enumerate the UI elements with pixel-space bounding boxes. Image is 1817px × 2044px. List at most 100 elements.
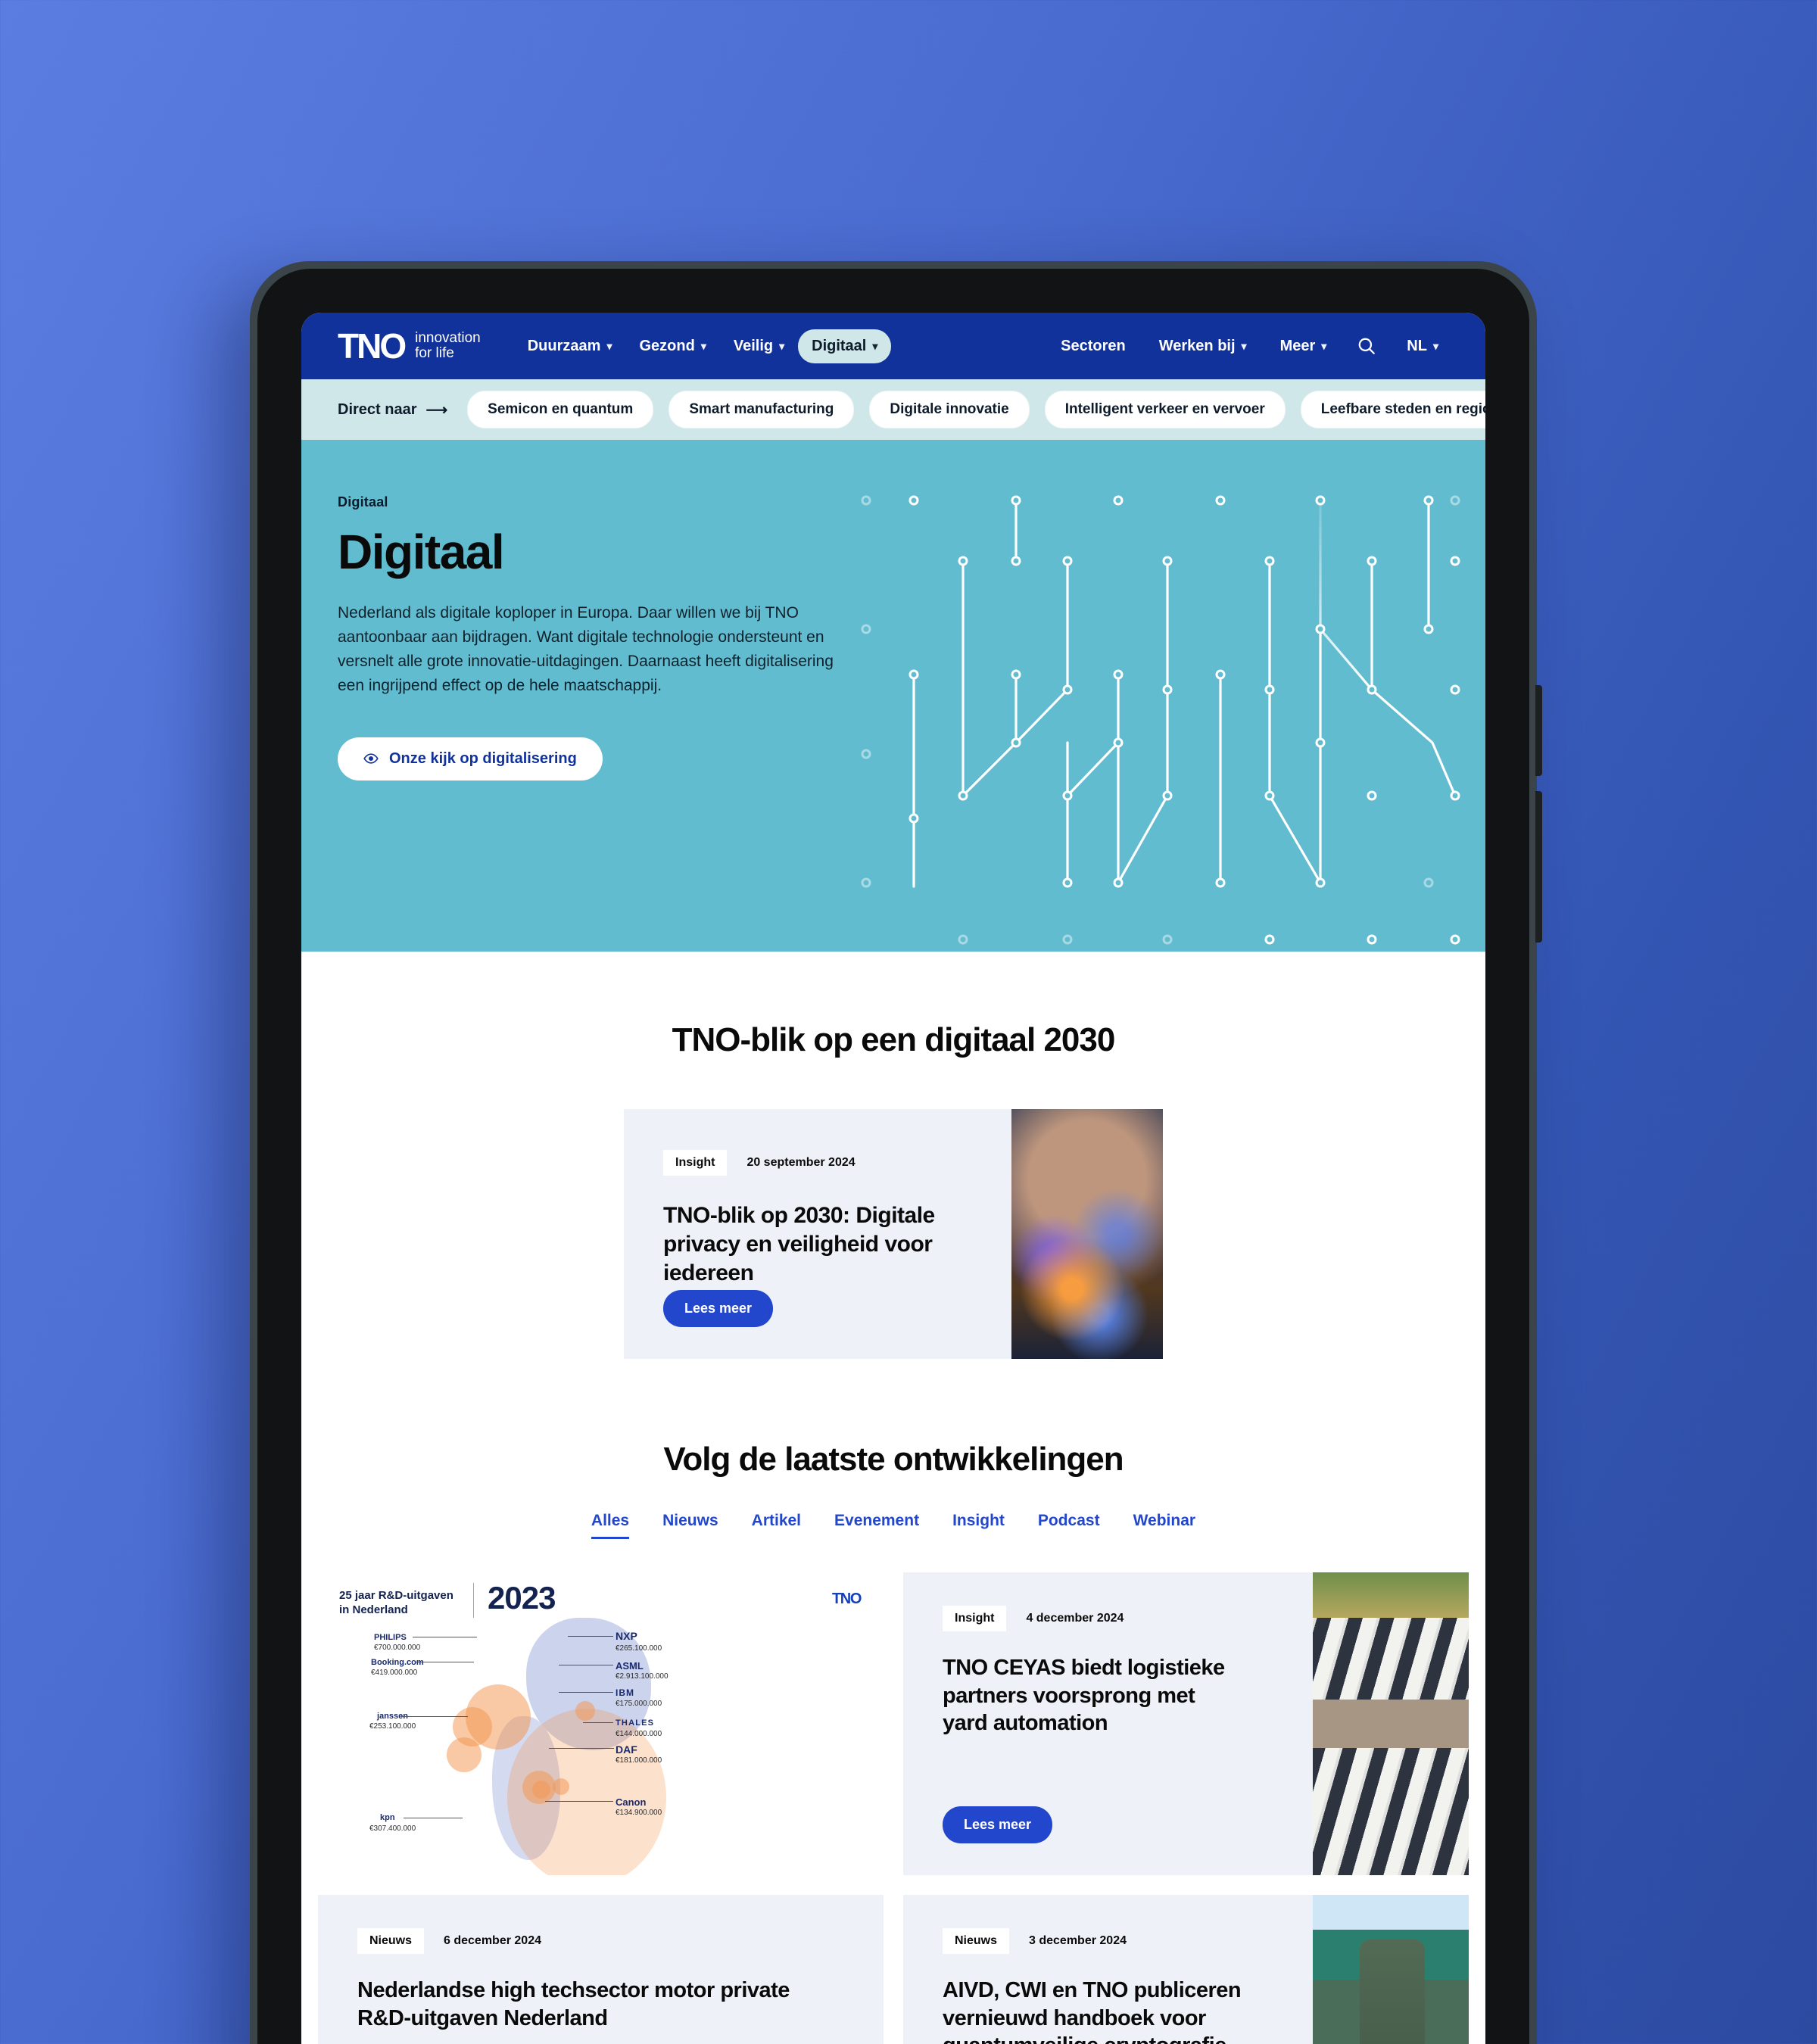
chevron-down-icon: ▾ (872, 339, 878, 352)
leader-line (559, 1692, 613, 1693)
rd-spend-infographic: 25 jaar R&D-uitgaven in Nederland 2023 T… (318, 1572, 884, 1875)
top-navigation-bar: TNO innovation for life Duurzaam ▾ Gezon… (301, 313, 1485, 379)
tab-insight[interactable]: Insight (952, 1512, 1005, 1539)
chevron-down-icon: ▾ (779, 339, 785, 352)
card-image (1011, 1109, 1163, 1359)
section-volg-title: Volg de laatste ontwikkelingen (663, 1441, 1124, 1478)
nav-item-label: Digitaal (812, 337, 867, 354)
tab-evenement[interactable]: Evenement (834, 1512, 919, 1539)
ig-value-canon: €134.900.000 (616, 1809, 662, 1817)
ig-value-booking: €419.000.000 (371, 1669, 418, 1677)
hero-text-block: Digitaal Digitaal Nederland als digitale… (301, 440, 846, 781)
chip-intelligent-verkeer-en-vervoer[interactable]: Intelligent verkeer en vervoer (1044, 391, 1286, 428)
ig-label-philips: PHILIPS (374, 1633, 407, 1642)
tno-logo[interactable]: TNO innovation for life (338, 329, 481, 363)
nav-item-veilig[interactable]: Veilig ▾ (720, 329, 798, 363)
volume-down-button[interactable] (1535, 791, 1542, 943)
bubble (447, 1737, 482, 1772)
nav-item-label: Gezond (639, 337, 695, 354)
card-date: 3 december 2024 (1029, 1934, 1127, 1947)
search-icon[interactable] (1346, 329, 1387, 363)
card-meta: Insight 20 september 2024 (663, 1150, 1011, 1176)
nav-item-gezond[interactable]: Gezond ▾ (625, 329, 719, 363)
card-date: 20 september 2024 (746, 1156, 856, 1169)
tab-webinar[interactable]: Webinar (1133, 1512, 1195, 1539)
status-badge: Nieuws (357, 1928, 425, 1954)
card-date: 6 december 2024 (444, 1934, 541, 1947)
language-selector[interactable]: NL ▾ (1393, 329, 1452, 363)
chip-semicon-en-quantum[interactable]: Semicon en quantum (467, 391, 654, 428)
lees-meer-button[interactable]: Lees meer (943, 1806, 1053, 1843)
nav-item-werken-bij[interactable]: Werken bij ▾ (1145, 329, 1261, 363)
nav-right-group: Sectoren Werken bij ▾ Meer ▾ NL ▾ (1047, 329, 1452, 363)
tagline-line-2: for life (415, 345, 454, 361)
chevron-down-icon: ▾ (1321, 339, 1327, 352)
language-label: NL (1407, 337, 1427, 354)
divider (473, 1583, 474, 1618)
hero-description: Nederland als digitale koploper in Europ… (338, 604, 834, 694)
tab-nieuws[interactable]: Nieuws (662, 1512, 718, 1539)
tab-artikel[interactable]: Artikel (752, 1512, 801, 1539)
section-blik-title: TNO-blik op een digitaal 2030 (672, 1021, 1116, 1058)
tab-alles[interactable]: Alles (591, 1512, 630, 1539)
quick-links-bar: Direct naar ⟶ Semicon en quantum Smart m… (301, 379, 1485, 440)
hero-section: Digitaal Digitaal Nederland als digitale… (301, 440, 1485, 952)
ig-label-canon: Canon (616, 1796, 647, 1808)
card-body: Insight 20 september 2024 TNO-blik op 20… (624, 1109, 1011, 1359)
chip-digitale-innovatie[interactable]: Digitale innovatie (869, 391, 1030, 428)
onze-kijk-op-digitalisering-button[interactable]: Onze kijk op digitalisering (338, 737, 603, 781)
card-meta: Nieuws 3 december 2024 (943, 1928, 1313, 1954)
card-meta: Nieuws 6 december 2024 (357, 1928, 844, 1954)
volume-up-button[interactable] (1535, 685, 1542, 776)
bubble (532, 1781, 550, 1799)
tablet-screen: TNO innovation for life Duurzaam ▾ Gezon… (301, 313, 1485, 2044)
hero-eyebrow: Digitaal (338, 494, 388, 509)
infographic-card[interactable]: 25 jaar R&D-uitgaven in Nederland 2023 T… (318, 1572, 884, 1875)
leader-line (583, 1722, 613, 1723)
ig-value-asml: €2.913.100.000 (616, 1672, 669, 1681)
infographic-title-line2: in Nederland (339, 1603, 408, 1616)
chip-smart-manufacturing[interactable]: Smart manufacturing (669, 391, 855, 428)
leader-line (401, 1716, 468, 1717)
status-badge: Insight (943, 1606, 1007, 1631)
tagline-line-1: innovation (415, 330, 481, 347)
card-body: Nieuws 6 december 2024 Nederlandse high … (318, 1895, 884, 2044)
tablet-bezel: TNO innovation for life Duurzaam ▾ Gezon… (257, 269, 1529, 2044)
nav-item-label: Werken bij (1158, 337, 1236, 354)
chevron-down-icon: ▾ (700, 339, 706, 352)
nav-item-duurzaam[interactable]: Duurzaam ▾ (514, 329, 626, 363)
nav-item-label: Sectoren (1061, 337, 1126, 354)
nav-item-digitaal[interactable]: Digitaal ▾ (798, 329, 892, 363)
ig-value-kpn: €307.400.000 (369, 1824, 416, 1833)
tab-podcast[interactable]: Podcast (1038, 1512, 1100, 1539)
ig-label-nxp: NXP (616, 1630, 637, 1642)
featured-card[interactable]: Insight 20 september 2024 TNO-blik op 20… (624, 1109, 1163, 1359)
card-heading: Nederlandse high techsector motor privat… (357, 1978, 790, 2030)
card-body: Insight 4 december 2024 TNO CEYAS biedt … (903, 1572, 1313, 1875)
card-image (1313, 1572, 1469, 1875)
lees-meer-button[interactable]: Lees meer (663, 1290, 774, 1327)
infographic-title-line1: 25 jaar R&D-uitgaven (339, 1589, 453, 1602)
content-filter-tabs: Alles Nieuws Artikel Evenement Insight P… (301, 1512, 1485, 1539)
aerial-truck-yard-image (1313, 1572, 1469, 1875)
article-card-ceyas[interactable]: Insight 4 december 2024 TNO CEYAS biedt … (903, 1572, 1469, 1875)
chevron-down-icon: ▾ (1432, 339, 1438, 352)
chip-leefbare-steden-en-regios[interactable]: Leefbare steden en regio's (1300, 391, 1485, 428)
arrow-right-icon: ⟶ (425, 401, 448, 419)
chevron-down-icon: ▾ (1241, 339, 1247, 352)
chevron-down-icon: ▾ (606, 339, 612, 352)
ig-value-nxp: €265.100.000 (616, 1644, 662, 1653)
bubble (553, 1778, 569, 1795)
nav-item-sectoren[interactable]: Sectoren (1047, 329, 1139, 363)
direct-naar-text: Direct naar (338, 400, 417, 418)
ig-label-booking: Booking.com (371, 1658, 424, 1667)
bubble (575, 1701, 595, 1721)
article-card-hightech[interactable]: Nieuws 6 december 2024 Nederlandse high … (318, 1895, 884, 2044)
tno-tagline: innovation for life (415, 331, 481, 361)
ig-value-thales: €144.000.000 (616, 1730, 662, 1738)
ig-value-janssen: €253.100.000 (369, 1722, 416, 1731)
content-card-grid: 25 jaar R&D-uitgaven in Nederland 2023 T… (318, 1572, 1469, 2044)
article-card-aivd[interactable]: Nieuws 3 december 2024 AIVD, CWI en TNO … (903, 1895, 1469, 2044)
nav-item-meer[interactable]: Meer ▾ (1267, 329, 1341, 363)
page-title: Digitaal (338, 525, 505, 579)
